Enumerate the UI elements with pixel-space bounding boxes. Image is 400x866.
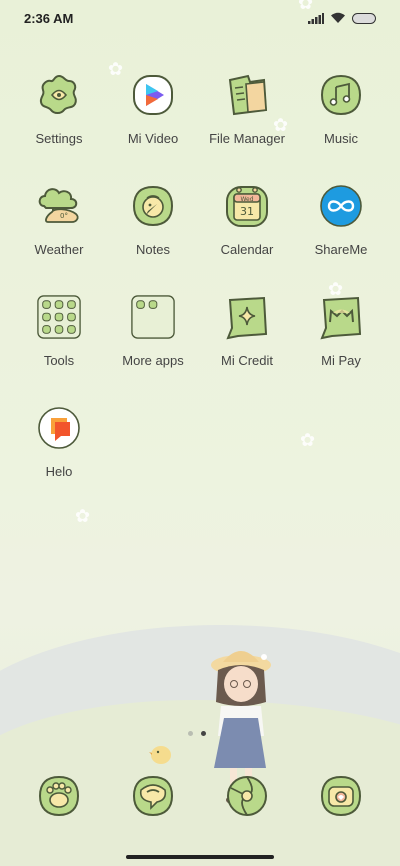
music-icon	[318, 72, 364, 118]
settings-icon	[36, 72, 82, 118]
phone-icon	[36, 773, 82, 819]
page-dot	[188, 731, 193, 736]
app-more-apps-folder[interactable]: More apps	[106, 294, 200, 374]
notes-icon	[130, 183, 176, 229]
app-label: Calendar	[220, 242, 274, 257]
app-mi-credit[interactable]: Mi Credit	[200, 294, 294, 374]
wifi-icon	[331, 12, 345, 23]
mi-pay-icon	[318, 294, 364, 340]
camera-icon	[318, 773, 364, 819]
more-apps-folder-icon	[130, 294, 176, 340]
app-tools-folder[interactable]: Tools	[12, 294, 106, 374]
app-label: More apps	[122, 353, 184, 368]
app-grid: Settings Mi Video File Manager Music 0° …	[12, 72, 388, 485]
dock	[12, 773, 388, 821]
app-helo[interactable]: Helo	[12, 405, 106, 485]
app-label: Weather	[34, 242, 84, 257]
messages-icon	[130, 773, 176, 819]
dock-camera[interactable]	[294, 773, 388, 821]
app-label: Helo	[45, 464, 73, 479]
dock-browser[interactable]	[200, 773, 294, 821]
app-label: File Manager	[209, 131, 285, 146]
calendar-day-name: Wed	[240, 196, 253, 203]
svg-text:0°: 0°	[60, 212, 68, 220]
app-shareme[interactable]: ShareMe	[294, 183, 388, 263]
dock-messages[interactable]	[106, 773, 200, 821]
calendar-icon: Wed 31	[224, 183, 270, 229]
signal-icon	[308, 12, 324, 24]
app-label: ShareMe	[314, 242, 368, 257]
app-label: Settings	[35, 131, 83, 146]
app-label: Mi Video	[127, 131, 179, 146]
app-music[interactable]: Music	[294, 72, 388, 152]
dock-phone[interactable]	[12, 773, 106, 821]
chick-illustration	[149, 746, 171, 764]
mi-video-icon	[130, 72, 176, 118]
page-indicator[interactable]	[188, 731, 206, 736]
mi-credit-icon	[224, 294, 270, 340]
app-label: Mi Pay	[321, 353, 361, 368]
app-label: Mi Credit	[220, 353, 273, 368]
flower-decoration: ✿	[75, 506, 91, 526]
battery-icon	[352, 12, 376, 24]
app-label: Tools	[43, 353, 75, 368]
file-manager-icon	[224, 72, 270, 118]
helo-icon	[36, 405, 82, 451]
status-bar: 2:36 AM	[0, 0, 400, 36]
app-label: Notes	[136, 242, 170, 257]
status-icons	[308, 12, 376, 24]
app-calendar[interactable]: Wed 31 Calendar	[200, 183, 294, 263]
home-indicator[interactable]	[126, 855, 274, 859]
app-settings[interactable]: Settings	[12, 72, 106, 152]
app-mi-pay[interactable]: Mi Pay	[294, 294, 388, 374]
browser-icon	[224, 773, 270, 819]
tools-folder-icon	[36, 294, 82, 340]
calendar-day-number: 31	[240, 205, 254, 218]
page-dot-active	[201, 731, 206, 736]
app-notes[interactable]: Notes	[106, 183, 200, 263]
shareme-icon	[318, 183, 364, 229]
app-label: Music	[324, 131, 358, 146]
app-file-manager[interactable]: File Manager	[200, 72, 294, 152]
status-time: 2:36 AM	[24, 10, 74, 26]
weather-icon: 0°	[36, 183, 82, 229]
app-mi-video[interactable]: Mi Video	[106, 72, 200, 152]
app-weather[interactable]: 0° Weather	[12, 183, 106, 263]
